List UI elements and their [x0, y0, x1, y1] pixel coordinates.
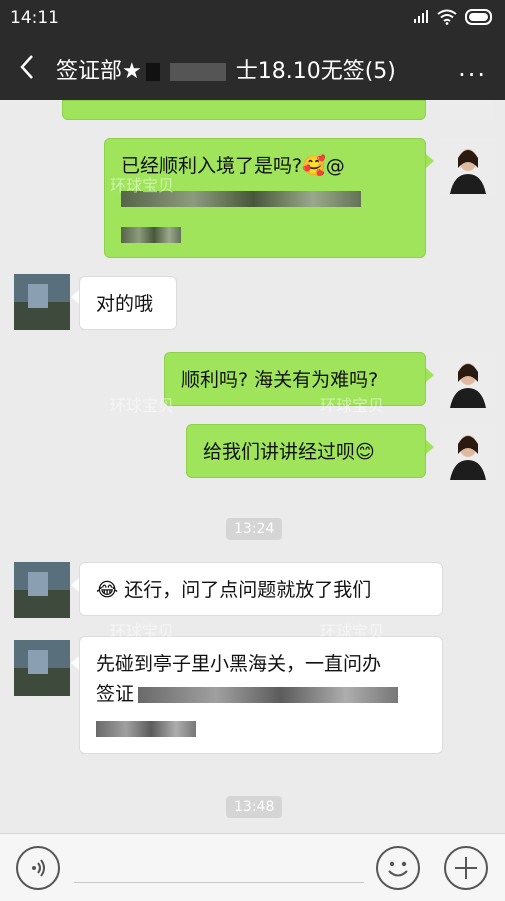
- redaction: [145, 63, 160, 81]
- avatar-blurred-icon: [14, 562, 70, 618]
- add-button[interactable]: [444, 846, 488, 890]
- plus-icon: [455, 857, 477, 879]
- status-time: 14:11: [10, 8, 59, 28]
- message-text: 给我们讲讲经过呗😊: [203, 441, 375, 463]
- message-input[interactable]: [74, 882, 364, 883]
- chat-title: 签证部★ 士18.10无签(5): [56, 53, 396, 85]
- bubble-tail: [71, 290, 79, 304]
- message-text: 顺利吗? 海关有为难吗?: [181, 369, 379, 391]
- message-text: 对的哦: [96, 293, 154, 315]
- avatar[interactable]: [440, 138, 496, 194]
- message-bubble[interactable]: 给我们讲讲经过呗😊: [186, 424, 426, 478]
- battery-icon: [465, 9, 492, 25]
- bubble-tail: [426, 154, 434, 168]
- status-icons: [413, 9, 495, 25]
- avatar[interactable]: [14, 274, 70, 330]
- message-text: 已经顺利入境了是吗?🥰@: [121, 155, 345, 177]
- redacted-text: [121, 183, 409, 213]
- message-text-line2: 签证: [96, 679, 426, 709]
- avatar[interactable]: [440, 100, 494, 120]
- avatar[interactable]: [440, 352, 496, 408]
- message-bubble[interactable]: 先碰到亭子里小黑海关，一直问办 签证: [79, 636, 443, 754]
- avatar[interactable]: [14, 562, 70, 618]
- wifi-icon: [437, 9, 457, 25]
- avatar-portrait-icon: [440, 138, 496, 194]
- emoji-icon: [388, 861, 408, 877]
- redacted-text: [96, 713, 426, 743]
- status-bar: 14:11: [0, 0, 505, 36]
- chat-title-prefix: 签证部★: [56, 59, 142, 84]
- bubble-tail: [71, 578, 79, 592]
- back-arrow-icon[interactable]: [14, 52, 42, 82]
- voice-button[interactable]: [16, 846, 60, 890]
- message-text: 先碰到亭子里小黑海关，一直问办: [96, 653, 382, 675]
- avatar[interactable]: [440, 424, 496, 480]
- redaction: [169, 63, 226, 81]
- emoji-button[interactable]: [376, 846, 420, 890]
- bubble-tail: [426, 440, 434, 454]
- chat-title-suffix: 士18.10无签(5): [235, 59, 396, 84]
- avatar-portrait-icon: [440, 424, 496, 480]
- avatar-blurred-icon: [14, 640, 70, 696]
- more-icon[interactable]: ...: [458, 54, 487, 82]
- message-bubble[interactable]: 顺利吗? 海关有为难吗?: [164, 352, 426, 406]
- input-bar: [0, 833, 505, 901]
- timestamp: 13:24: [226, 518, 283, 540]
- signal-icon: [414, 10, 428, 23]
- message-bubble-partial[interactable]: [62, 100, 426, 120]
- message-bubble[interactable]: 对的哦: [79, 276, 177, 330]
- timestamp: 13:48: [226, 796, 283, 818]
- bubble-tail: [426, 368, 434, 382]
- voice-icon: [32, 859, 45, 877]
- avatar[interactable]: [14, 640, 70, 696]
- bubble-tail: [71, 656, 79, 670]
- redacted-text: [121, 219, 409, 249]
- message-bubble[interactable]: 已经顺利入境了是吗?🥰@: [104, 138, 426, 258]
- avatar-portrait-icon: [440, 352, 496, 408]
- avatar-blurred-icon: [14, 274, 70, 330]
- message-bubble[interactable]: 😂 还行，问了点问题就放了我们: [79, 562, 443, 616]
- chat-header: 签证部★ 士18.10无签(5) ...: [0, 36, 505, 100]
- message-text: 😂 还行，问了点问题就放了我们: [96, 579, 372, 601]
